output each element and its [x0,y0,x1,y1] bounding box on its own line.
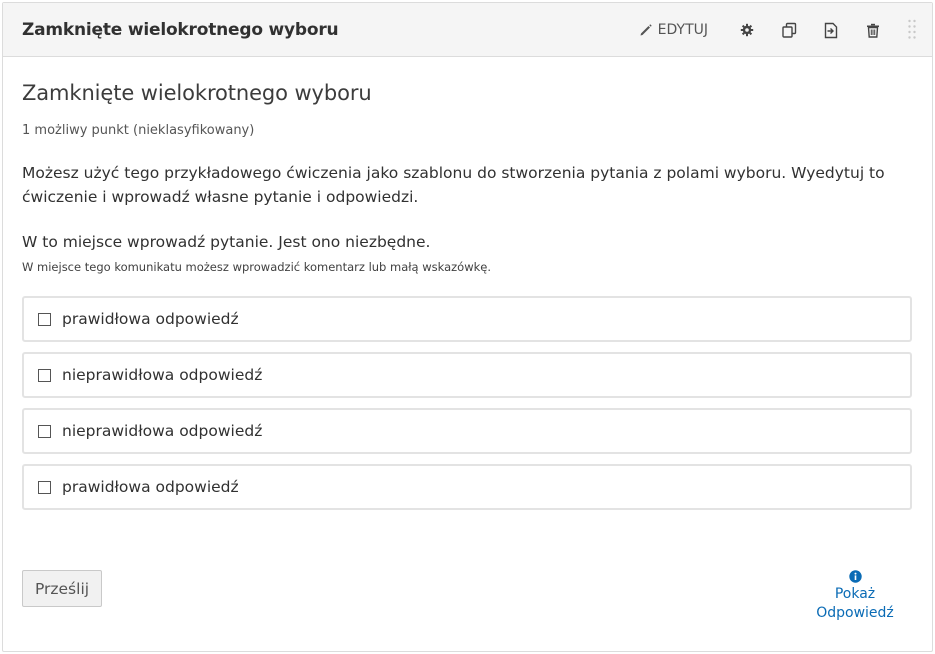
show-answer-label-line1: Pokaż [834,586,876,602]
problem-description: Możesz użyć tego przykładowego ćwiczenia… [22,164,885,206]
choice-option[interactable]: prawidłowa odpowiedź [22,464,912,510]
points-info: 1 możliwy punkt (nieklasyfikowany) [22,123,255,138]
duplicate-icon [781,22,796,38]
problem-card: Zamknięte wielokrotnego wyboru EDYTUJ Za… [2,2,933,652]
settings-button[interactable] [736,19,758,41]
delete-button[interactable] [862,19,884,41]
show-answer-label-line2: Odpowiedź [816,605,894,621]
hint-text: W miejsce tego komunikatu możesz wprowad… [22,260,492,274]
choice-label: nieprawidłowa odpowiedź [62,366,263,384]
submit-button[interactable]: Prześlij [22,570,102,607]
show-answer-button[interactable]: Pokaż Odpowiedź [803,570,907,623]
choice-option[interactable]: nieprawidłowa odpowiedź [22,408,912,454]
question-text: W to miejsce wprowadź pytanie. Jest ono … [22,233,431,251]
checkbox[interactable] [38,312,51,326]
drag-handle-icon [908,19,916,39]
checkbox[interactable] [38,368,51,382]
problem-title: Zamknięte wielokrotnego wyboru [22,81,372,105]
choice-label: prawidłowa odpowiedź [62,478,239,496]
header-actions: EDYTUJ [639,3,932,57]
trash-icon [867,23,879,38]
gear-icon [740,23,754,37]
edit-label: EDYTUJ [657,22,708,38]
info-icon [848,570,862,583]
edit-button[interactable]: EDYTUJ [639,22,708,38]
move-button[interactable] [820,19,842,41]
choice-label: nieprawidłowa odpowiedź [62,422,263,440]
choice-option[interactable]: nieprawidłowa odpowiedź [22,352,912,398]
choice-option[interactable]: prawidłowa odpowiedź [22,296,912,342]
checkbox[interactable] [38,424,51,438]
drag-handle[interactable] [902,17,922,43]
card-header: Zamknięte wielokrotnego wyboru EDYTUJ [3,3,932,57]
header-title: Zamknięte wielokrotnego wyboru [22,19,339,40]
checkbox[interactable] [38,480,51,494]
duplicate-button[interactable] [778,19,800,41]
pencil-icon [640,24,652,36]
move-icon [824,22,838,38]
choice-label: prawidłowa odpowiedź [62,310,239,328]
